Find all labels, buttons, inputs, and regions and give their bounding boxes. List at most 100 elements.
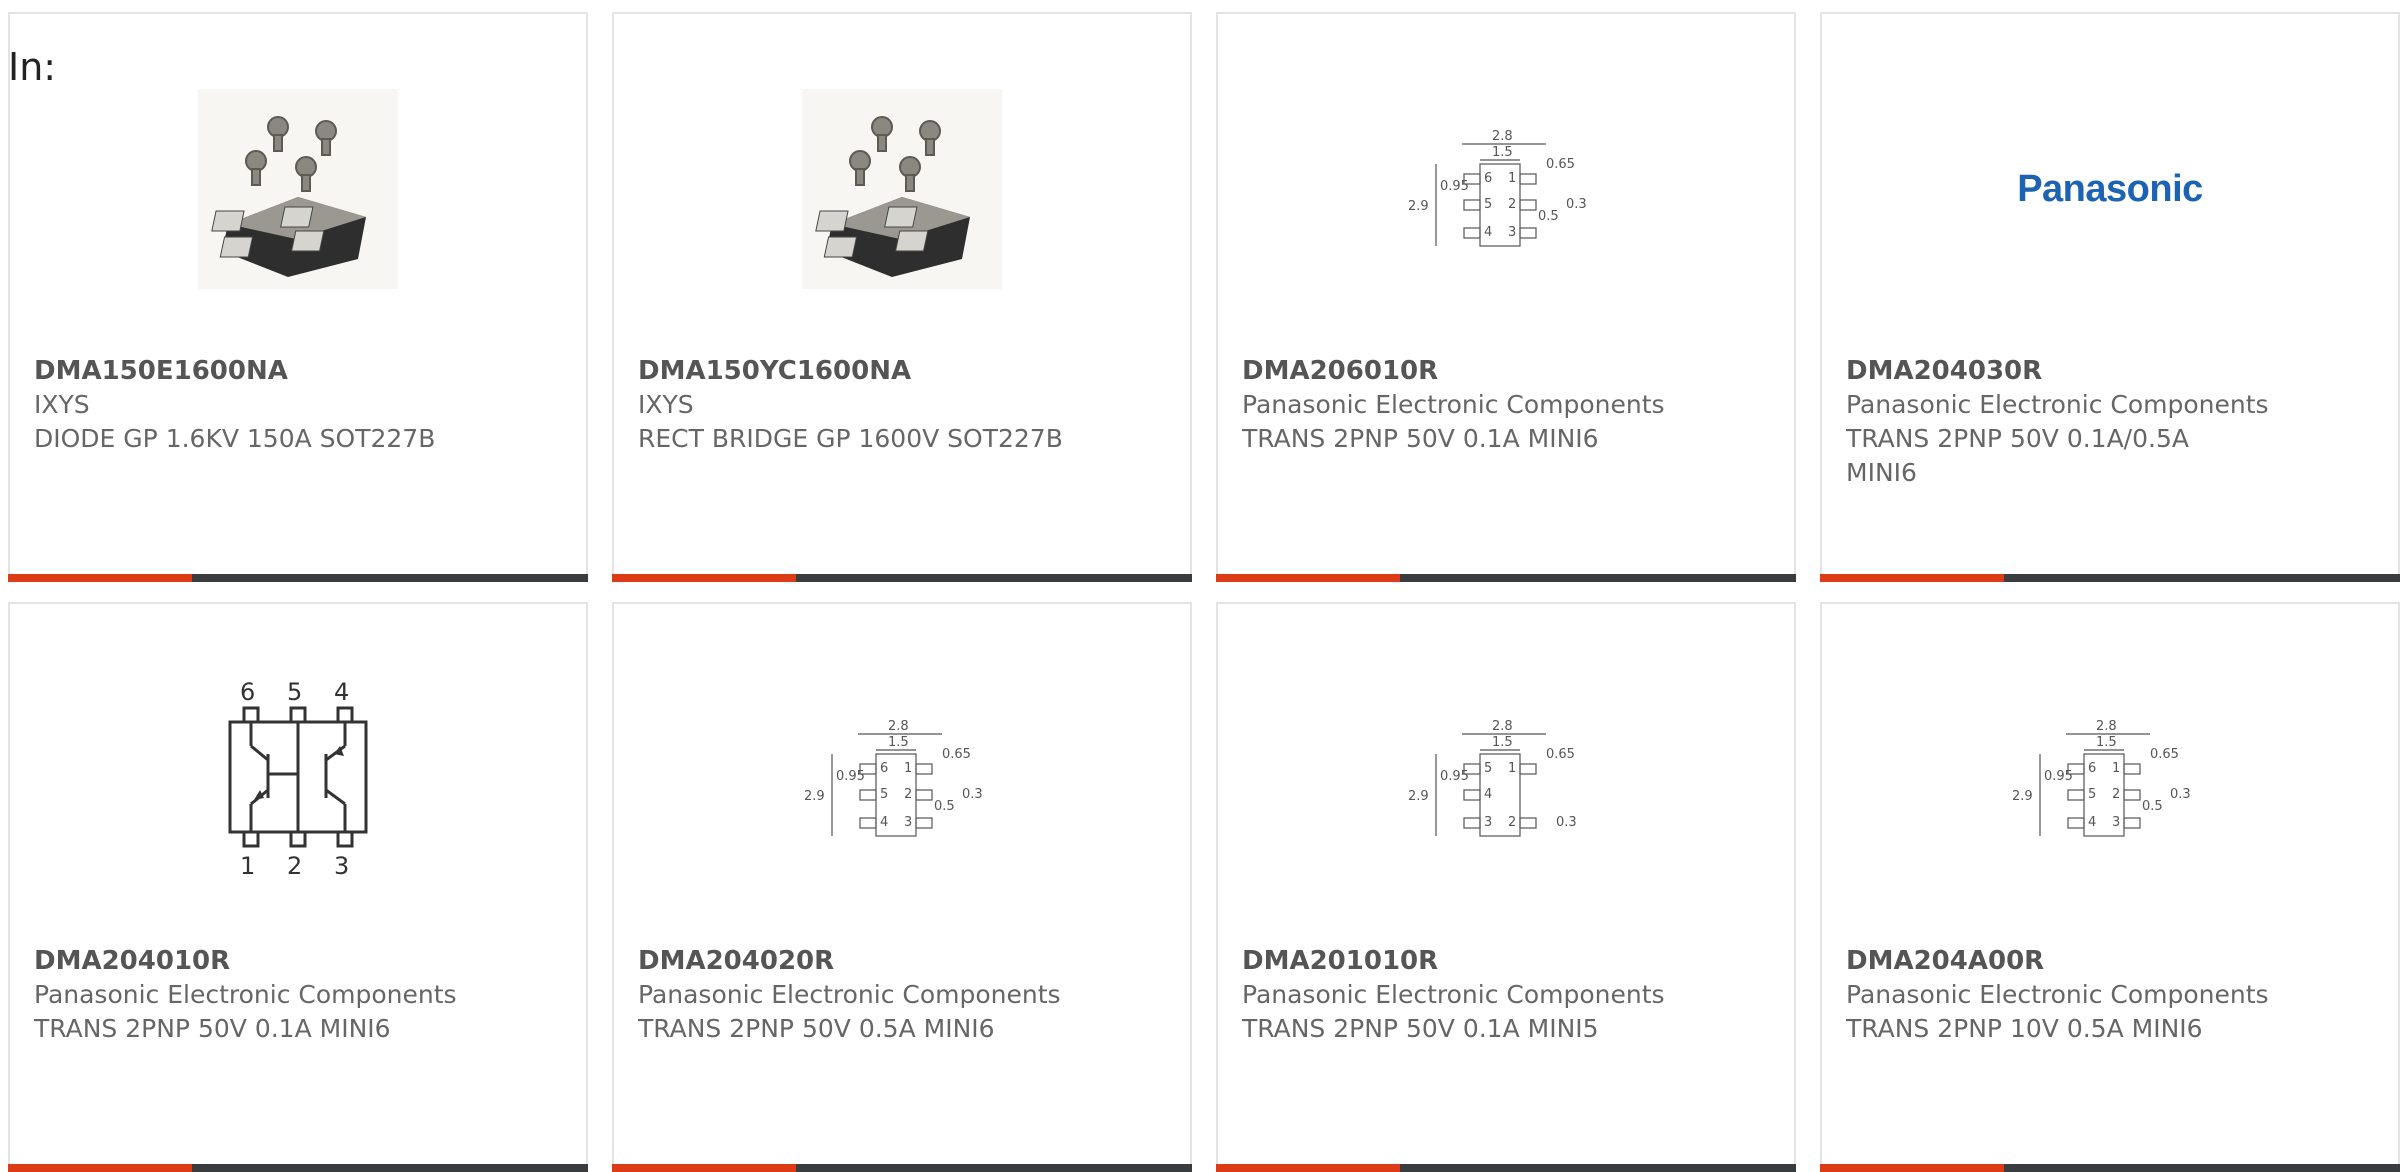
product-card[interactable]: 2.8 1.5 0.65 2.9 0.95 6 1 5 2 4 3 0.5 0.3 DMA20…	[1216, 12, 1796, 582]
product-card[interactable]: DMA150E1600NA IXYS DIODE GP 1.6KV 150A S…	[8, 12, 588, 582]
svg-text:6: 6	[1484, 171, 1492, 186]
product-image: 2.8 1.5 0.65 2.9 0.95 6 1 5 2 4 3 0.5 0.3	[1218, 74, 1794, 304]
svg-text:1.5: 1.5	[1492, 145, 1513, 160]
svg-text:0.65: 0.65	[1546, 747, 1575, 762]
manufacturer: Panasonic Electronic Components	[34, 980, 457, 1009]
svg-text:1: 1	[240, 852, 255, 880]
part-number[interactable]: DMA201010R	[1242, 944, 1770, 978]
svg-text:1: 1	[2112, 761, 2120, 776]
schematic-diagram: 6 5 4 1 2 3	[228, 678, 368, 880]
svg-text:1: 1	[1508, 171, 1516, 186]
product-info: DMA204030R Panasonic Electronic Componen…	[1846, 354, 2374, 490]
product-card[interactable]: 2.8 1.5 0.65 2.9 0.95 6 1 5 2 4 3 0.5 0.3 DMA20…	[1820, 602, 2400, 1172]
card-footer-bar	[1216, 1164, 1796, 1172]
svg-text:0.5: 0.5	[934, 799, 955, 814]
svg-text:6: 6	[880, 761, 888, 776]
svg-text:2: 2	[1508, 197, 1516, 212]
svg-text:2.8: 2.8	[1492, 719, 1513, 734]
product-image: 2.8 1.5 0.65 2.9 0.95 6 1 5 2 4 3 0.5 0.3	[614, 664, 1190, 894]
product-info: DMA204A00R Panasonic Electronic Componen…	[1846, 944, 2374, 1046]
part-number[interactable]: DMA204A00R	[1846, 944, 2374, 978]
svg-text:1.5: 1.5	[888, 735, 909, 750]
product-image: 2.8 1.5 0.65 2.9 0.95 6 1 5 2 4 3 0.5 0.3	[1822, 664, 2398, 894]
svg-text:2: 2	[287, 852, 302, 880]
svg-text:1: 1	[1508, 761, 1516, 776]
svg-text:5: 5	[1484, 761, 1492, 776]
card-footer-bar	[1820, 574, 2400, 582]
svg-text:1: 1	[904, 761, 912, 776]
product-card[interactable]: 6 5 4 1 2 3 DMA204010R Panasonic Electronic …	[8, 602, 588, 1172]
package-diagram: 2.81.5 0.65 2.9 0.95 6 1 5 2 4 3 0.5 0.3	[2012, 719, 2191, 837]
svg-text:3: 3	[1484, 815, 1492, 830]
product-info: DMA204020R Panasonic Electronic Componen…	[638, 944, 1166, 1046]
manufacturer: Panasonic Electronic Components	[638, 980, 1061, 1009]
product-info: DMA150YC1600NA IXYS RECT BRIDGE GP 1600V…	[638, 354, 1166, 456]
svg-text:3: 3	[334, 852, 349, 880]
product-info: DMA201010R Panasonic Electronic Componen…	[1242, 944, 1770, 1046]
svg-text:0.65: 0.65	[2150, 747, 2179, 762]
product-card[interactable]: Panasonic DMA204030R Panasonic Electroni…	[1820, 12, 2400, 582]
module-icon	[802, 89, 1002, 289]
product-info: DMA206010R Panasonic Electronic Componen…	[1242, 354, 1770, 456]
svg-text:5: 5	[880, 787, 888, 802]
svg-text:0.3: 0.3	[962, 787, 983, 802]
svg-text:0.5: 0.5	[2142, 799, 2163, 814]
manufacturer: Panasonic Electronic Components	[1242, 390, 1665, 419]
part-number[interactable]: DMA150YC1600NA	[638, 354, 1166, 388]
product-image	[10, 74, 586, 304]
manufacturer: Panasonic Electronic Components	[1846, 980, 2269, 1009]
svg-text:0.3: 0.3	[1556, 815, 1577, 830]
product-card[interactable]: DMA150YC1600NA IXYS RECT BRIDGE GP 1600V…	[612, 12, 1192, 582]
svg-text:2: 2	[2112, 787, 2120, 802]
description: TRANS 2PNP 50V 0.5A MINI6	[638, 1014, 995, 1043]
product-card[interactable]: 2.8 1.5 0.65 2.9 0.95 6 1 5 2 4 3 0.5 0.3 DMA20…	[612, 602, 1192, 1172]
description: TRANS 2PNP 50V 0.1A MINI5	[1242, 1014, 1599, 1043]
card-footer-bar	[1216, 574, 1796, 582]
svg-text:0.95: 0.95	[2044, 769, 2073, 784]
svg-text:2.8: 2.8	[1492, 129, 1513, 144]
part-number[interactable]: DMA206010R	[1242, 354, 1770, 388]
product-grid: DMA150E1600NA IXYS DIODE GP 1.6KV 150A S…	[8, 12, 2400, 1172]
svg-text:4: 4	[880, 815, 888, 830]
svg-text:0.95: 0.95	[1440, 769, 1469, 784]
card-footer-bar	[612, 1164, 1192, 1172]
svg-text:0.3: 0.3	[1566, 197, 1587, 212]
svg-text:1.5: 1.5	[1492, 735, 1513, 750]
module-icon	[198, 89, 398, 289]
svg-text:2.8: 2.8	[2096, 719, 2117, 734]
panasonic-logo: Panasonic	[2017, 167, 2203, 210]
product-image	[614, 74, 1190, 304]
product-info: DMA150E1600NA IXYS DIODE GP 1.6KV 150A S…	[34, 354, 562, 456]
svg-text:1.5: 1.5	[2096, 735, 2117, 750]
description: TRANS 2PNP 50V 0.1A MINI6	[34, 1014, 391, 1043]
description: RECT BRIDGE GP 1600V SOT227B	[638, 424, 1063, 453]
part-number[interactable]: DMA204020R	[638, 944, 1166, 978]
svg-text:0.65: 0.65	[942, 747, 971, 762]
filter-label: In:	[8, 45, 57, 89]
description: TRANS 2PNP 50V 0.1A/0.5A MINI6	[1846, 424, 2189, 487]
svg-text:4: 4	[1484, 225, 1492, 240]
svg-text:0.5: 0.5	[1538, 209, 1559, 224]
part-number[interactable]: DMA204010R	[34, 944, 562, 978]
description: DIODE GP 1.6KV 150A SOT227B	[34, 424, 436, 453]
svg-text:3: 3	[1508, 225, 1516, 240]
part-number[interactable]: DMA150E1600NA	[34, 354, 562, 388]
svg-text:4: 4	[1484, 787, 1492, 802]
card-footer-bar	[8, 1164, 588, 1172]
svg-text:2: 2	[904, 787, 912, 802]
manufacturer: Panasonic Electronic Components	[1846, 390, 2269, 419]
manufacturer: Panasonic Electronic Components	[1242, 980, 1665, 1009]
svg-text:6: 6	[2088, 761, 2096, 776]
svg-text:6: 6	[240, 678, 255, 706]
svg-text:0.95: 0.95	[1440, 179, 1469, 194]
svg-text:2.9: 2.9	[1408, 789, 1429, 804]
svg-text:5: 5	[287, 678, 302, 706]
svg-text:2.9: 2.9	[2012, 789, 2033, 804]
part-number[interactable]: DMA204030R	[1846, 354, 2374, 388]
card-footer-bar	[612, 574, 1192, 582]
card-footer-bar	[8, 574, 588, 582]
svg-text:5: 5	[2088, 787, 2096, 802]
svg-text:0.3: 0.3	[2170, 787, 2191, 802]
card-footer-bar	[1820, 1164, 2400, 1172]
product-card[interactable]: 2.8 1.5 0.65 2.9 0.95 5 1 4 3 2 0.3 DMA201010…	[1216, 602, 1796, 1172]
